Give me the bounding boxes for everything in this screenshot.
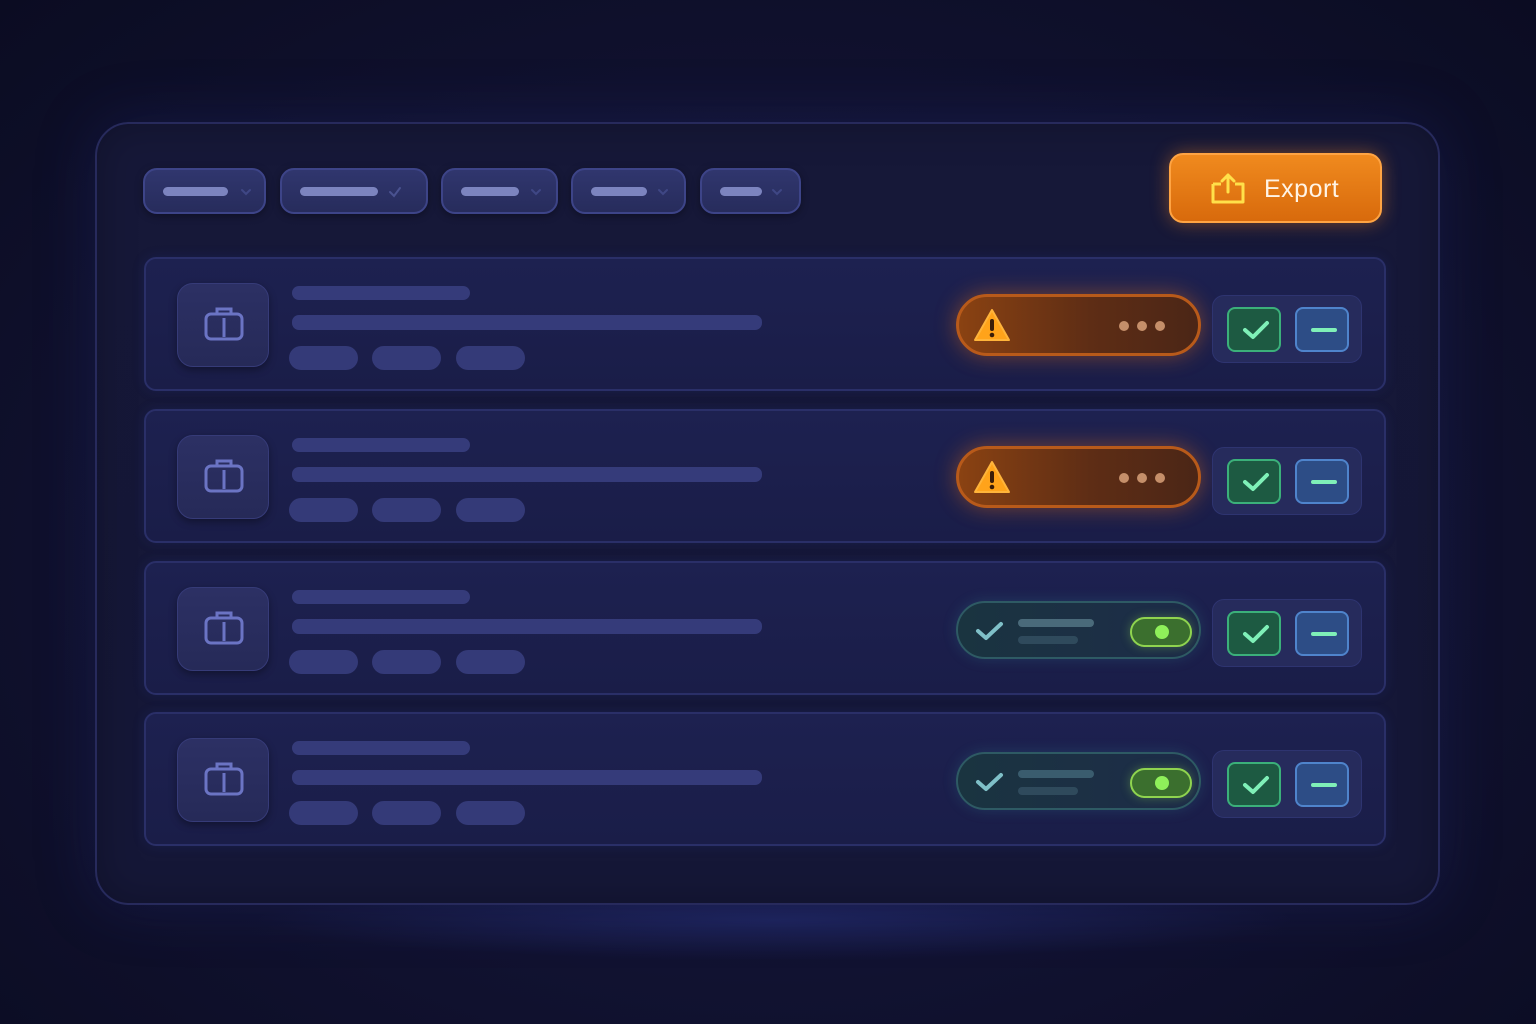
list-item[interactable] [144, 712, 1386, 846]
row-actions [1212, 295, 1362, 363]
minus-icon [1311, 632, 1337, 636]
item-thumbnail [177, 587, 269, 671]
item-description-placeholder [292, 315, 762, 330]
check-icon [1243, 776, 1269, 794]
status-text-placeholder [1018, 619, 1094, 627]
row-actions [1212, 599, 1362, 667]
item-tag [456, 650, 525, 674]
filter-dropdown-5[interactable] [700, 168, 801, 214]
status-subtext-placeholder [1018, 787, 1078, 795]
filter-dropdown-1[interactable] [143, 168, 266, 214]
briefcase-icon [204, 307, 244, 341]
item-tag [289, 346, 358, 370]
item-tag [289, 801, 358, 825]
toggle-knob [1155, 625, 1169, 639]
status-badge-warning[interactable] [956, 294, 1201, 356]
item-thumbnail [177, 283, 269, 367]
item-tag [456, 498, 525, 522]
more-options-icon[interactable] [1119, 321, 1165, 331]
more-options-icon[interactable] [1119, 473, 1165, 483]
item-thumbnail [177, 435, 269, 519]
warning-icon [974, 309, 1010, 341]
filter-label-placeholder [461, 187, 519, 196]
check-icon [976, 773, 1003, 791]
filter-label-placeholder [591, 187, 647, 196]
check-icon [1243, 321, 1269, 339]
approve-button[interactable] [1227, 611, 1281, 656]
item-tag [372, 801, 441, 825]
minus-icon [1311, 783, 1337, 787]
filter-dropdown-2[interactable] [280, 168, 428, 214]
item-tag [372, 498, 441, 522]
list-item[interactable] [144, 257, 1386, 391]
chevron-down-icon [531, 189, 541, 196]
briefcase-icon [204, 762, 244, 796]
approve-button[interactable] [1227, 307, 1281, 352]
reject-button[interactable] [1295, 762, 1349, 807]
item-description-placeholder [292, 467, 762, 482]
chevron-down-icon [241, 189, 251, 196]
item-title-placeholder [292, 286, 470, 300]
briefcase-icon [204, 459, 244, 493]
check-icon [1243, 625, 1269, 643]
item-title-placeholder [292, 438, 470, 452]
list-item[interactable] [144, 409, 1386, 543]
item-tag [289, 498, 358, 522]
check-icon [976, 622, 1003, 640]
status-badge-ok[interactable] [956, 752, 1201, 810]
item-tag [372, 650, 441, 674]
filter-dropdown-4[interactable] [571, 168, 686, 214]
chevron-down-icon [658, 189, 668, 196]
filter-label-placeholder [163, 187, 228, 196]
status-badge-warning[interactable] [956, 446, 1201, 508]
item-description-placeholder [292, 619, 762, 634]
chevron-down-icon [772, 189, 782, 196]
export-label: Export [1264, 175, 1340, 203]
status-badge-ok[interactable] [956, 601, 1201, 659]
export-tray-icon [1211, 173, 1245, 204]
item-title-placeholder [292, 741, 470, 755]
export-button[interactable]: Export [1169, 153, 1382, 223]
item-tag [372, 346, 441, 370]
briefcase-icon [204, 611, 244, 645]
status-subtext-placeholder [1018, 636, 1078, 644]
row-actions [1212, 447, 1362, 515]
item-thumbnail [177, 738, 269, 822]
filter-label-placeholder [720, 187, 762, 196]
item-tag [456, 801, 525, 825]
check-icon [1243, 473, 1269, 491]
check-icon [389, 187, 401, 198]
list-item[interactable] [144, 561, 1386, 695]
enable-toggle[interactable] [1130, 768, 1192, 798]
reject-button[interactable] [1295, 307, 1349, 352]
filter-label-placeholder [300, 187, 378, 196]
row-actions [1212, 750, 1362, 818]
approve-button[interactable] [1227, 762, 1281, 807]
item-title-placeholder [292, 590, 470, 604]
status-text-placeholder [1018, 770, 1094, 778]
warning-icon [974, 461, 1010, 493]
approve-button[interactable] [1227, 459, 1281, 504]
item-tag [456, 346, 525, 370]
item-description-placeholder [292, 770, 762, 785]
minus-icon [1311, 480, 1337, 484]
reject-button[interactable] [1295, 611, 1349, 656]
toggle-knob [1155, 776, 1169, 790]
filter-dropdown-3[interactable] [441, 168, 558, 214]
reject-button[interactable] [1295, 459, 1349, 504]
minus-icon [1311, 328, 1337, 332]
enable-toggle[interactable] [1130, 617, 1192, 647]
item-tag [289, 650, 358, 674]
